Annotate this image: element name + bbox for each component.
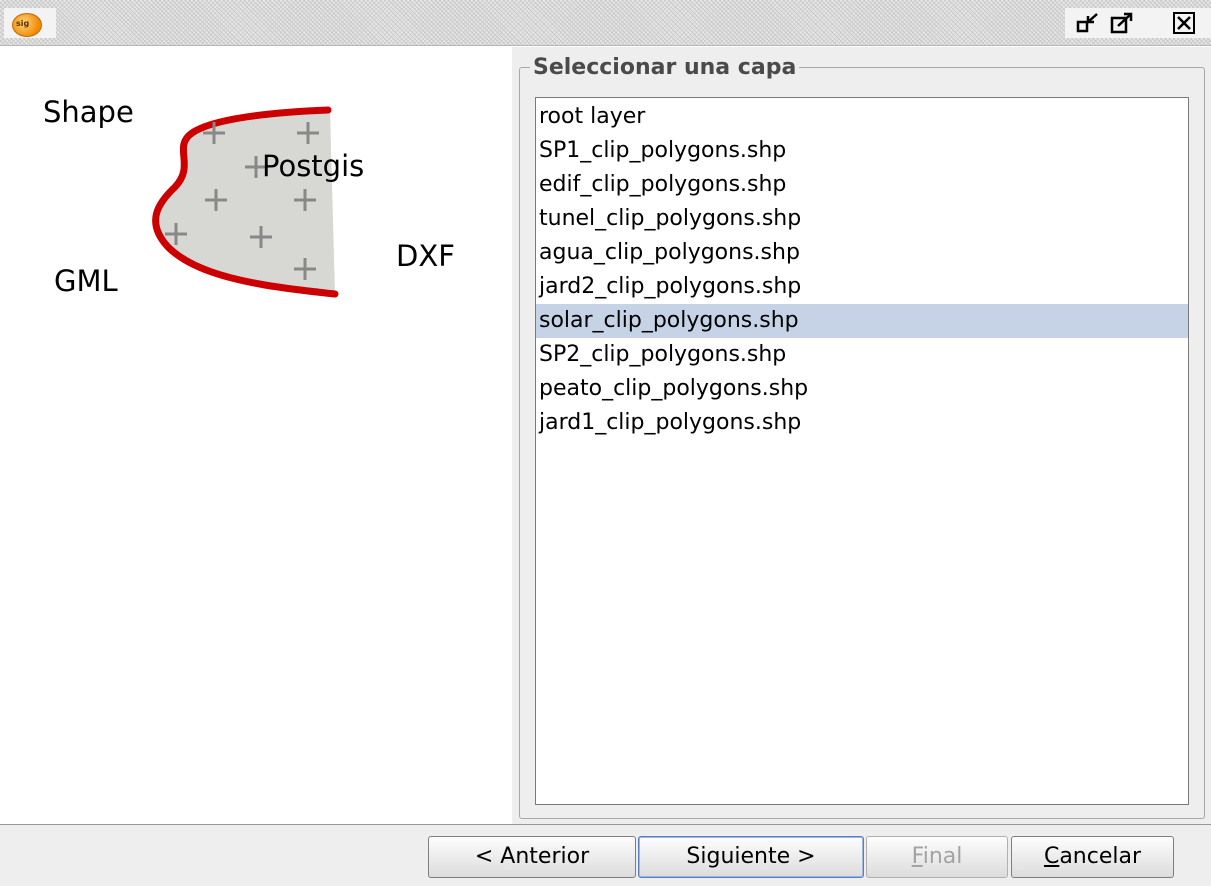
postgis-label: Postgis [262, 149, 365, 183]
layer-type-illustration: Shape Postgis DXF GML [0, 47, 512, 347]
layer-list-item[interactable]: agua_clip_polygons.shp [536, 236, 1188, 270]
layer-list-item[interactable]: root layer [536, 100, 1188, 134]
close-icon[interactable] [1171, 10, 1197, 36]
finish-button[interactable]: Final [866, 836, 1008, 878]
gvsig-logo-icon: sig [4, 8, 56, 38]
layer-list-item[interactable]: solar_clip_polygons.shp [536, 304, 1188, 338]
layer-list[interactable]: root layer SP1_clip_polygons.shp edif_clip… [535, 97, 1189, 805]
finish-label: inal [922, 844, 963, 869]
layer-selection-panel: Seleccionar una capa root layer SP1_clip_… [512, 47, 1211, 824]
maximize-icon[interactable] [1109, 10, 1135, 36]
finish-mnemonic: F [911, 844, 923, 869]
cancel-button[interactable]: Cancelar [1011, 836, 1174, 878]
layer-list-item[interactable]: SP1_clip_polygons.shp [536, 134, 1188, 168]
polygon-illustration [152, 106, 339, 298]
layer-list-item[interactable]: jard2_clip_polygons.shp [536, 270, 1188, 304]
layer-list-item[interactable]: jard1_clip_polygons.shp [536, 406, 1188, 440]
gml-label: GML [54, 264, 118, 298]
cancel-mnemonic: C [1043, 844, 1060, 869]
title-bar[interactable]: sig [0, 0, 1211, 46]
shape-label: Shape [43, 95, 134, 129]
previous-button[interactable]: < Anterior [428, 836, 636, 878]
window-controls [1065, 8, 1211, 38]
wizard-image-panel: Shape Postgis DXF GML [0, 47, 512, 824]
minimize-icon[interactable] [1075, 10, 1101, 36]
group-title: Seleccionar una capa [530, 55, 800, 81]
layer-list-item[interactable]: SP2_clip_polygons.shp [536, 338, 1188, 372]
dxf-label: DXF [396, 239, 455, 273]
layer-list-item[interactable]: peato_clip_polygons.shp [536, 372, 1188, 406]
layer-list-item[interactable]: edif_clip_polygons.shp [536, 168, 1188, 202]
layer-list-item[interactable]: tunel_clip_polygons.shp [536, 202, 1188, 236]
next-button[interactable]: Siguiente > [638, 836, 864, 878]
wizard-button-bar: < Anterior Siguiente > Final Cancelar [0, 824, 1211, 886]
cancel-label: ancelar [1059, 844, 1142, 869]
